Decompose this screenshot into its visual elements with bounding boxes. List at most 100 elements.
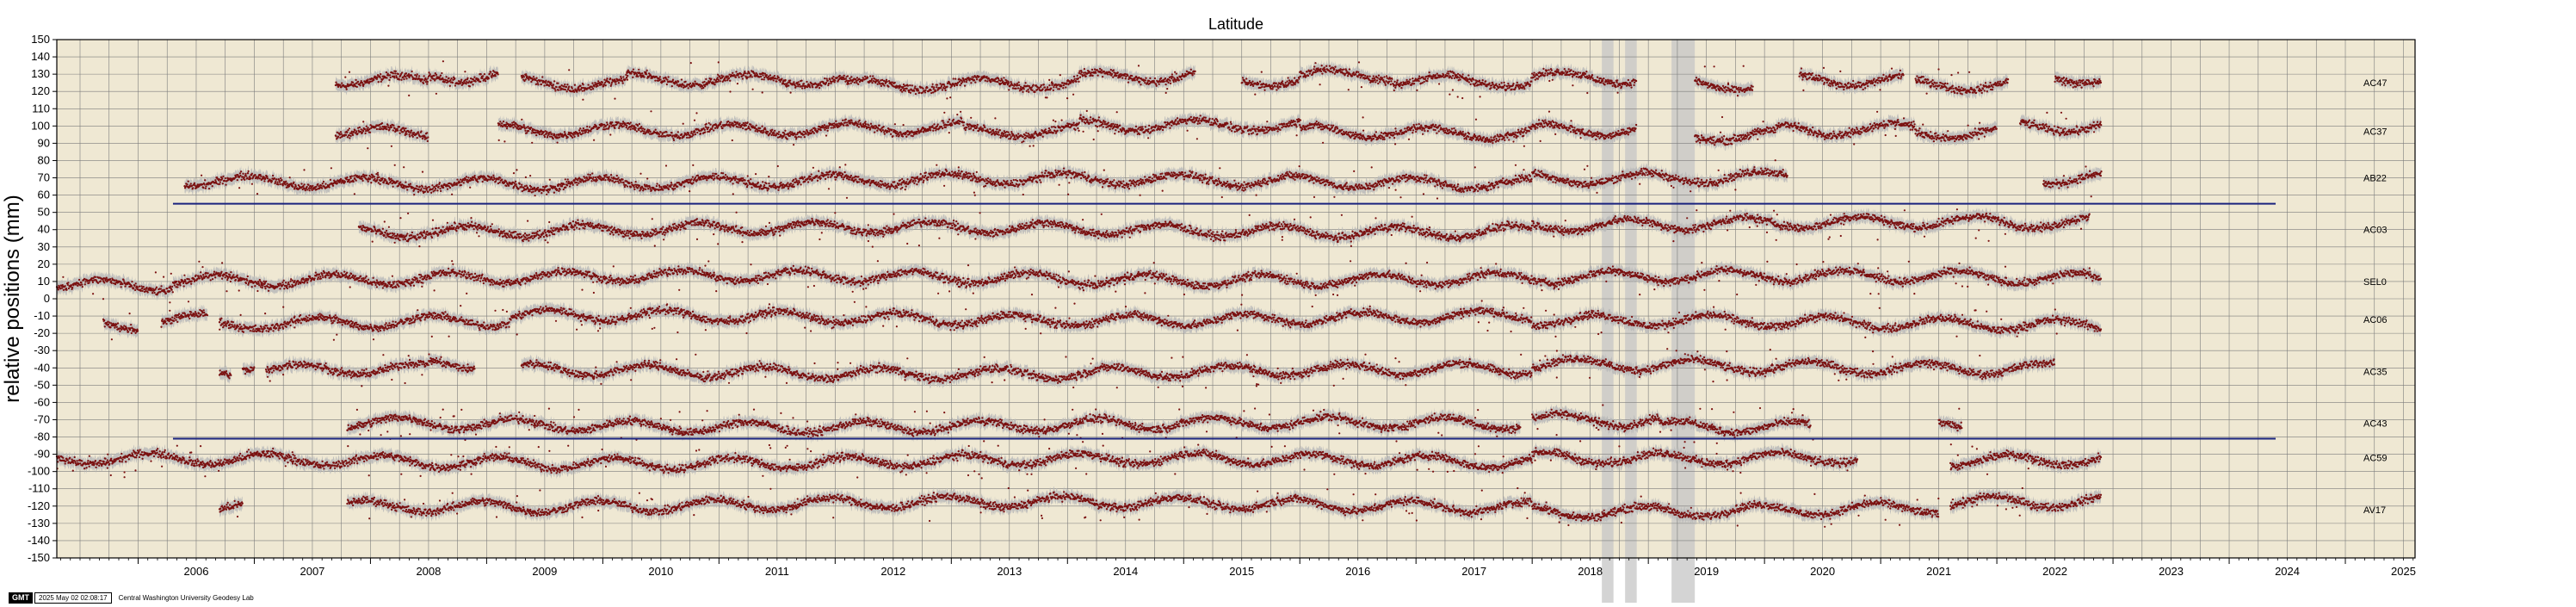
data-point [905, 136, 907, 138]
data-point [1615, 86, 1616, 88]
data-point [553, 80, 555, 82]
data-point [795, 85, 797, 87]
data-point [1343, 68, 1344, 70]
data-point [1027, 89, 1029, 90]
data-point [732, 122, 733, 124]
data-point [742, 127, 744, 129]
data-point [1257, 127, 1259, 128]
data-point [1729, 90, 1731, 92]
data-point [1500, 82, 1502, 84]
data-point [915, 93, 917, 95]
data-point [422, 78, 423, 80]
data-point [1449, 94, 1450, 96]
data-point [1751, 90, 1753, 91]
data-point [1262, 127, 1263, 128]
data-point [1197, 123, 1199, 125]
data-point [1190, 69, 1192, 71]
data-point [1169, 123, 1171, 125]
data-point [933, 123, 935, 125]
data-point [638, 69, 639, 71]
data-point [1916, 75, 1918, 77]
data-point [763, 78, 765, 80]
data-point [1186, 122, 1188, 124]
data-point [729, 121, 731, 123]
data-point [1585, 71, 1587, 72]
data-point [742, 77, 744, 79]
data-point [695, 133, 696, 135]
data-point [1285, 82, 1287, 84]
data-point [340, 133, 342, 135]
data-point [744, 72, 746, 74]
data-point [962, 124, 964, 126]
data-point [1021, 141, 1022, 143]
data-point [764, 128, 766, 130]
data-point [359, 127, 361, 128]
data-point [749, 72, 751, 74]
data-point [544, 136, 546, 138]
data-point [495, 75, 497, 77]
data-point [1261, 86, 1263, 88]
data-point [744, 122, 746, 124]
data-point [1889, 74, 1891, 76]
data-point [1015, 88, 1016, 90]
data-point [389, 74, 391, 76]
data-point [618, 127, 620, 129]
data-point [1025, 132, 1027, 133]
data-point [1630, 84, 1632, 86]
data-point [907, 84, 909, 86]
data-point [1043, 84, 1045, 85]
data-point [1719, 86, 1720, 88]
data-point [1004, 84, 1006, 85]
data-point [1089, 119, 1090, 121]
data-point [525, 73, 527, 75]
data-point [1075, 81, 1077, 83]
data-point [441, 72, 442, 74]
data-point [1162, 129, 1164, 131]
data-point [445, 76, 447, 77]
data-point [1266, 128, 1268, 130]
data-point [1053, 120, 1054, 121]
data-point [1961, 93, 1963, 95]
data-point [589, 126, 590, 127]
data-point [1737, 95, 1739, 96]
data-point [1138, 77, 1140, 78]
data-point [690, 62, 692, 64]
data-point [1841, 83, 1843, 84]
data-point [1072, 122, 1074, 124]
data-point [1377, 77, 1379, 78]
data-point [627, 79, 628, 81]
data-point [727, 76, 729, 77]
data-point [2061, 84, 2063, 85]
data-point [976, 78, 978, 80]
data-point [970, 82, 972, 84]
data-point [386, 126, 387, 127]
data-point [574, 84, 576, 86]
data-point [1313, 68, 1314, 70]
data-point [1968, 71, 1970, 73]
data-point [1536, 74, 1538, 76]
data-point [1050, 88, 1052, 90]
data-point [607, 124, 608, 126]
data-point [930, 129, 931, 131]
data-point [582, 90, 584, 92]
data-point [1031, 136, 1033, 138]
data-point [681, 133, 683, 135]
data-point [1634, 82, 1635, 84]
data-point [714, 127, 716, 129]
data-point [917, 90, 919, 91]
data-point [1958, 86, 1960, 88]
data-point [376, 78, 378, 80]
data-point [411, 74, 412, 76]
data-point [827, 80, 829, 82]
data-point [729, 90, 731, 92]
data-point [845, 118, 847, 120]
data-point [524, 130, 526, 132]
data-point [1263, 129, 1265, 131]
data-point [498, 139, 500, 141]
data-point [1310, 69, 1312, 71]
data-point [901, 90, 903, 92]
data-point [1205, 117, 1207, 119]
data-point [1053, 86, 1054, 88]
data-point [998, 133, 1000, 135]
data-point [1091, 75, 1093, 77]
